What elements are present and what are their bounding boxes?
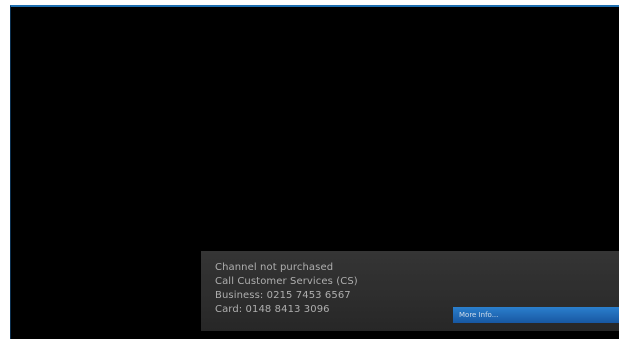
channel-message-panel: Channel not purchased Call Customer Serv…	[201, 251, 619, 331]
tv-frame: Channel not purchased Call Customer Serv…	[0, 0, 619, 345]
message-line-phone: Business: 0215 7453 6567	[215, 290, 351, 301]
message-line-instruction: Call Customer Services (CS)	[215, 276, 358, 287]
message-line-status: Channel not purchased	[215, 262, 334, 273]
more-info-button[interactable]: More Info...	[453, 307, 619, 323]
tv-screen: Channel not purchased Call Customer Serv…	[10, 5, 619, 339]
